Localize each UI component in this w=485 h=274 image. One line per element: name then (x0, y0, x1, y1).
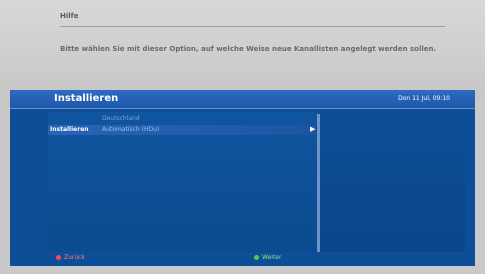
help-divider (60, 26, 445, 27)
clock: Don 11 Jul, 09:10 (398, 95, 450, 102)
back-button[interactable]: Zurück (56, 254, 85, 261)
help-title: Hilfe (60, 12, 79, 20)
green-button-icon (254, 255, 259, 260)
install-option-row[interactable]: Installieren Automatisch (HDu) ▶ (48, 125, 316, 135)
details-pane (320, 112, 465, 252)
screen-title: Installieren (54, 93, 119, 104)
next-label: Weiter (262, 254, 282, 261)
red-button-icon (56, 255, 61, 260)
help-panel: Hilfe Bitte wählen Sie mit dieser Option… (0, 0, 485, 90)
next-button[interactable]: Weiter (254, 254, 281, 261)
chevron-right-icon[interactable]: ▶ (310, 125, 315, 133)
header-bar: Installieren Don 11 Jul, 09:10 (10, 90, 475, 109)
install-option-value: Automatisch (HDu) (102, 126, 160, 133)
install-screen: Installieren Don 11 Jul, 09:10 Deutschla… (10, 90, 475, 266)
help-text: Bitte wählen Sie mit dieser Option, auf … (60, 45, 437, 53)
back-label: Zurück (64, 254, 85, 261)
install-option-label: Installieren (50, 126, 89, 133)
country-value[interactable]: Deutschland (102, 115, 140, 122)
footer: Zurück Weiter (10, 252, 475, 266)
